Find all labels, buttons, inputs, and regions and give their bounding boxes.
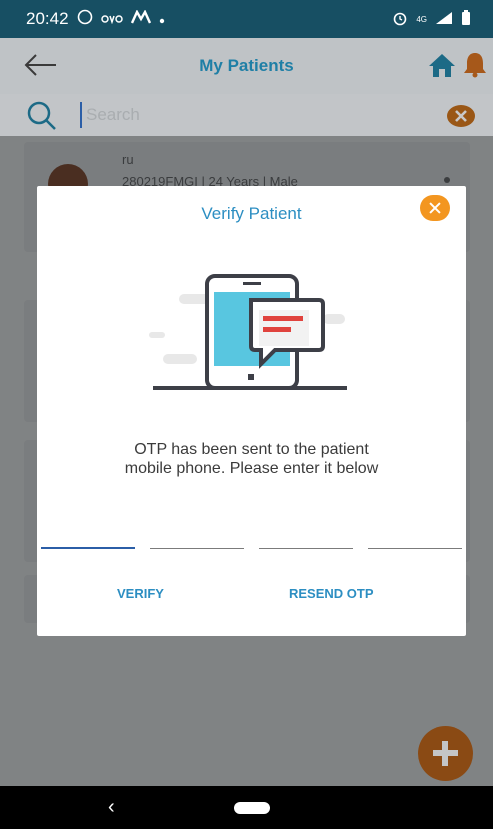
dialog-title: Verify Patient [201, 204, 302, 223]
verify-button[interactable]: VERIFY [117, 586, 164, 601]
notification-dot-icon [159, 9, 165, 29]
status-left: 20:42 [26, 9, 165, 30]
status-time: 20:42 [26, 9, 69, 28]
system-nav-bar: ‹ [0, 786, 493, 829]
verify-patient-dialog: Verify Patient OTP has been sent to the … [37, 186, 466, 636]
status-bar: 20:42 4G [0, 0, 493, 38]
alarm-icon [392, 10, 408, 29]
mail-icon [130, 9, 151, 29]
add-patient-button[interactable] [418, 726, 473, 781]
ovo-icon [100, 9, 123, 29]
home-icon[interactable] [427, 52, 457, 78]
battery-icon [461, 9, 471, 29]
phone-message-illustration [149, 274, 347, 390]
page-title: My Patients [199, 56, 294, 75]
otp-digit-4[interactable] [368, 531, 462, 549]
otp-message-line-2: mobile phone. Please enter it below [124, 460, 379, 477]
otp-message-line-1: OTP has been sent to the patient [134, 441, 369, 458]
back-arrow-icon[interactable] [22, 52, 58, 78]
otp-digit-3[interactable] [259, 531, 353, 549]
status-right: 4G [392, 9, 471, 29]
nav-back-icon[interactable]: ‹ [108, 796, 115, 819]
nav-home-pill[interactable] [234, 802, 270, 814]
whatsapp-icon [77, 9, 93, 30]
bell-icon[interactable] [462, 50, 488, 78]
search-input[interactable] [80, 102, 400, 128]
otp-digit-1[interactable] [41, 531, 135, 549]
close-dialog-button[interactable] [420, 195, 450, 221]
otp-digit-2[interactable] [150, 531, 244, 549]
otp-message: OTP has been sent to the patient mobile … [37, 440, 466, 478]
signal-icon [435, 11, 453, 28]
more-options-icon[interactable] [444, 177, 450, 183]
resend-otp-button[interactable]: RESEND OTP [289, 586, 374, 601]
clear-search-icon[interactable] [446, 104, 476, 128]
network-type: 4G [416, 14, 427, 24]
otp-input-group [41, 531, 462, 551]
app-bar: My Patients [0, 38, 493, 94]
search-bar [0, 94, 493, 136]
search-icon [26, 100, 58, 132]
patient-name: ru [122, 152, 134, 167]
